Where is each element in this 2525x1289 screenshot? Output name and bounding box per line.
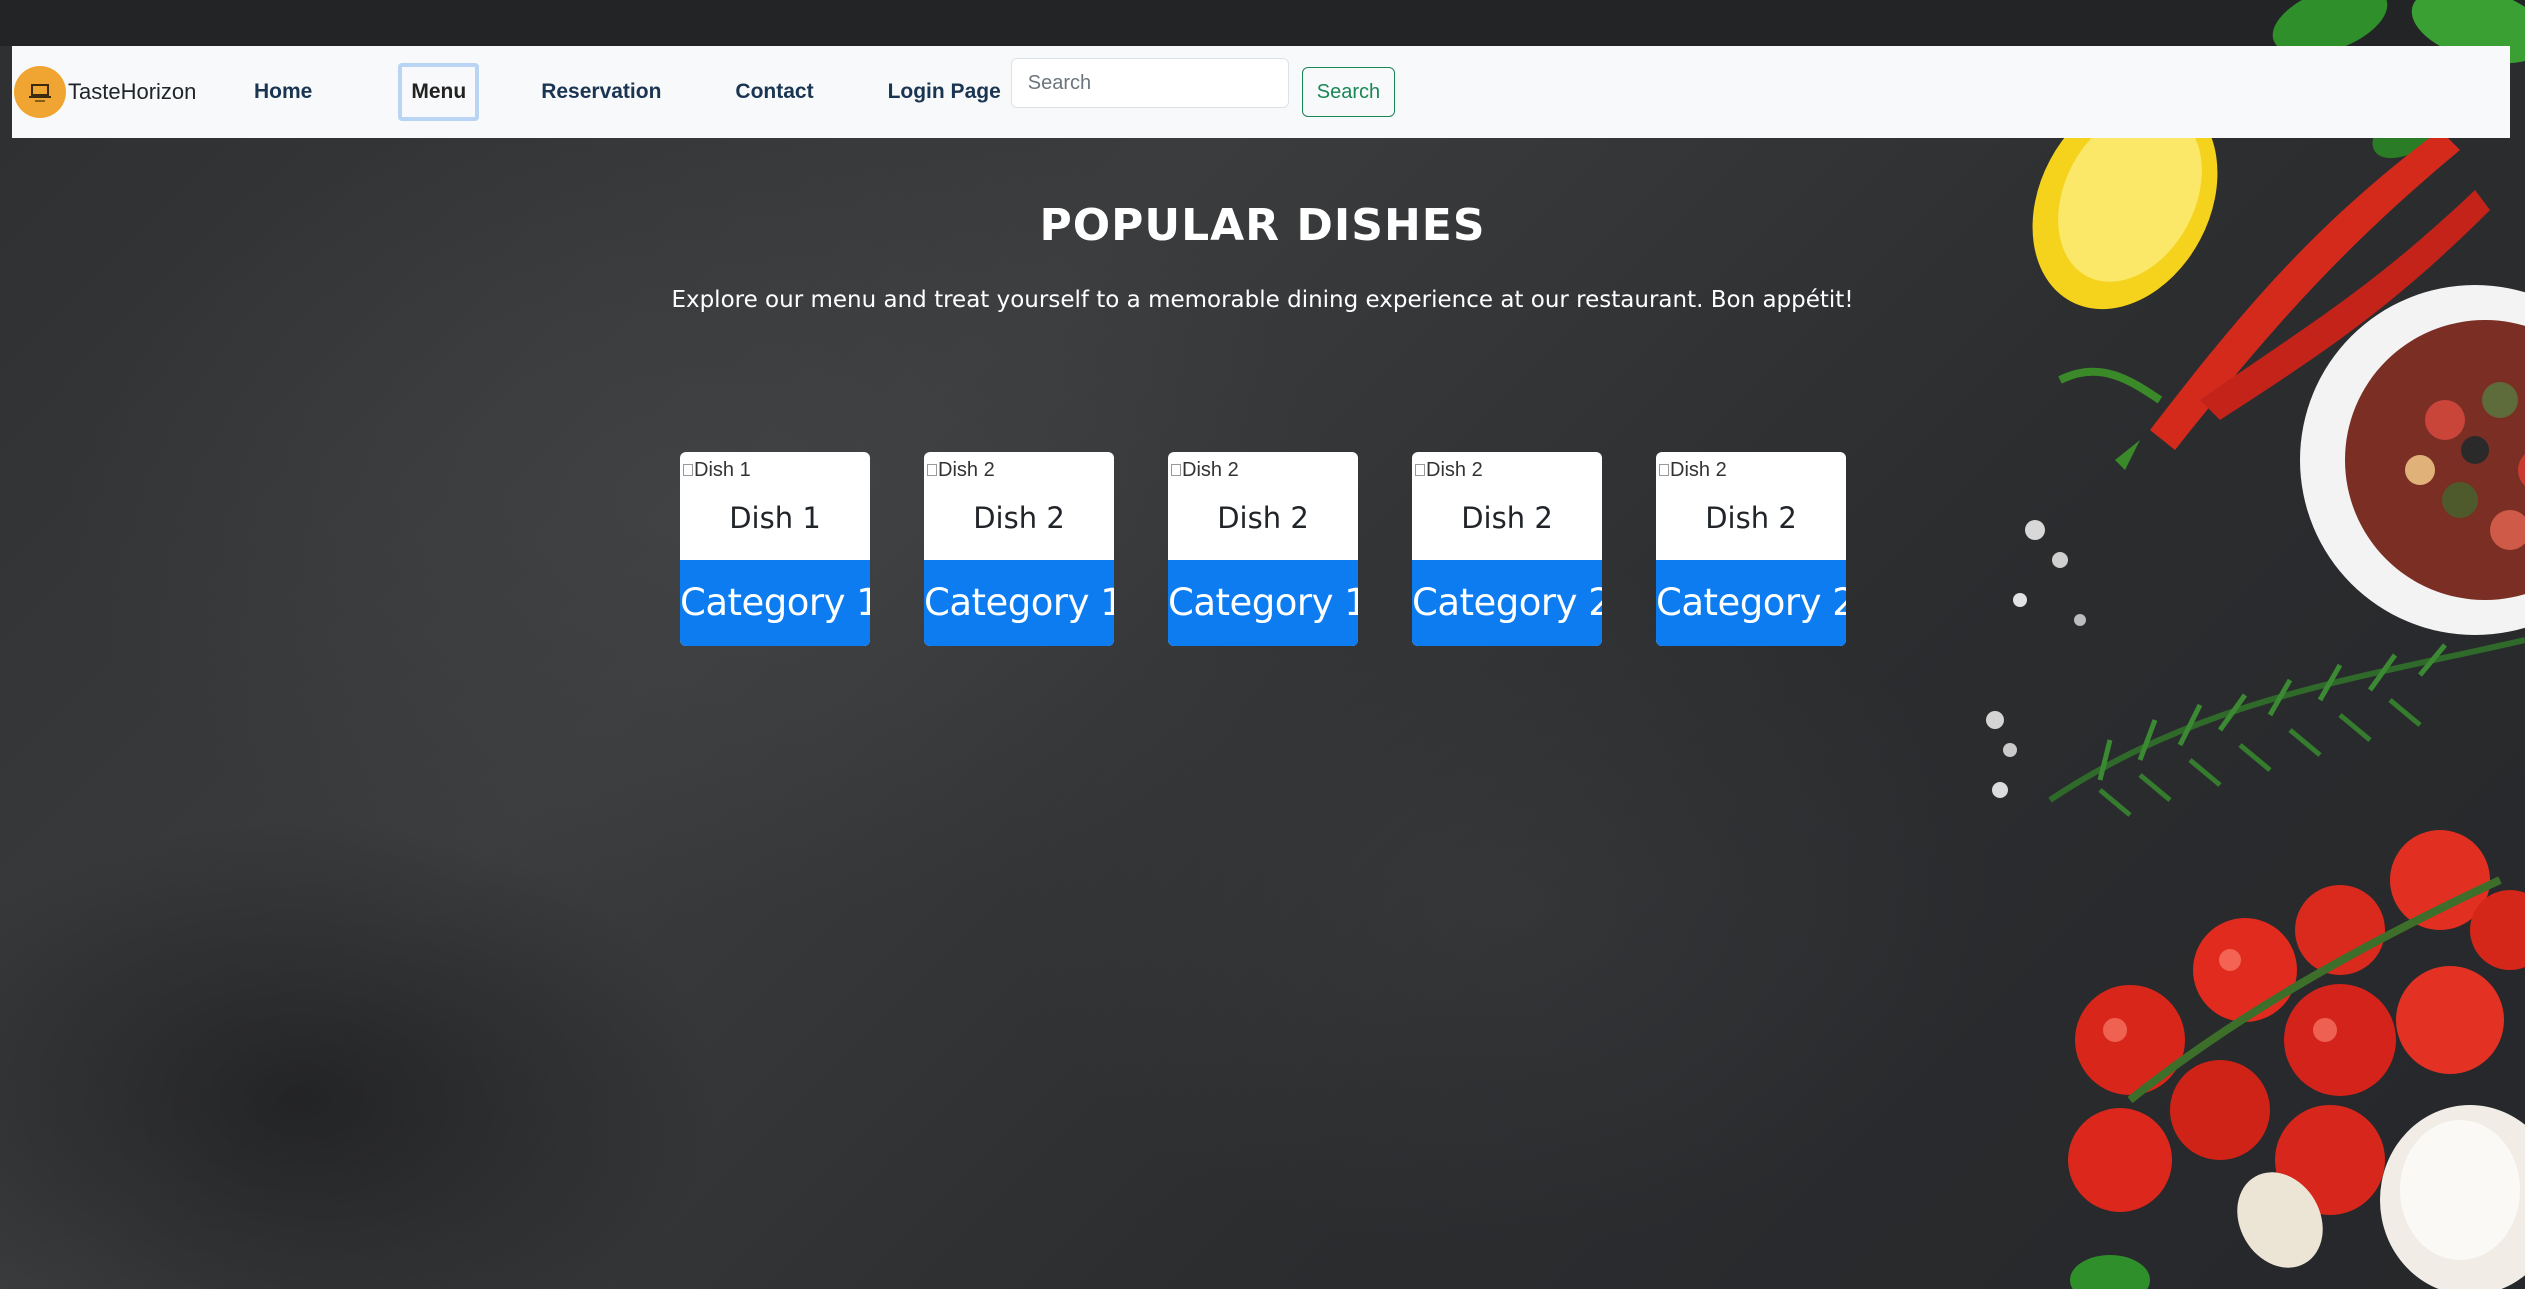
dish-image-alt: Dish 2 (1182, 458, 1239, 481)
dish-card[interactable]: Dish 2 Dish 2 Category 2 (1656, 452, 1846, 646)
dish-image-alt: Dish 1 (694, 458, 751, 481)
dish-image-alt: Dish 2 (1426, 458, 1483, 481)
nav-link-reservation[interactable]: Reservation (529, 63, 673, 121)
dish-card[interactable]: Dish 1 Dish 1 Category 1 (680, 452, 870, 646)
broken-image-icon (927, 464, 937, 476)
dish-image-alt: Dish 2 (938, 458, 995, 481)
search-input[interactable] (1010, 58, 1289, 108)
page-subtitle: Explore our menu and treat yourself to a… (671, 287, 1854, 313)
dish-category: Category 1 (924, 560, 1114, 646)
nav-link-menu[interactable]: Menu (398, 63, 480, 121)
broken-image-icon (1415, 464, 1425, 476)
broken-image-icon (1659, 464, 1669, 476)
nav-link-login[interactable]: Login Page (876, 63, 1001, 121)
nav-link-home[interactable]: Home (242, 63, 324, 121)
dish-category: Category 1 (680, 560, 870, 646)
page-title: POPULAR DISHES (1039, 200, 1486, 251)
navbar: TasteHorizon Home Menu Reservation Conta… (12, 46, 2510, 138)
dish-category: Category 1 (1168, 560, 1358, 646)
dish-name: Dish 2 (1217, 501, 1309, 535)
brand-name: TasteHorizon (68, 79, 197, 104)
vegetables-decoration (1900, 0, 2525, 1289)
dish-name: Dish 2 (1461, 501, 1553, 535)
dish-card[interactable]: Dish 2 Dish 2 Category 1 (1168, 452, 1358, 646)
broken-image-icon (683, 464, 693, 476)
search-button[interactable]: Search (1301, 67, 1396, 117)
dish-card[interactable]: Dish 2 Dish 2 Category 1 (924, 452, 1114, 646)
broken-image-icon (1171, 464, 1181, 476)
dish-card[interactable]: Dish 2 Dish 2 Category 2 (1412, 452, 1602, 646)
dish-category: Category 2 (1412, 560, 1602, 646)
dish-category: Category 2 (1656, 560, 1846, 646)
brand[interactable]: TasteHorizon (14, 66, 242, 118)
dish-cards: Dish 1 Dish 1 Category 1 Dish 2 Dish 2 C… (680, 452, 1846, 646)
dish-name: Dish 2 (973, 501, 1065, 535)
nav-link-contact[interactable]: Contact (723, 63, 825, 121)
dish-image-alt: Dish 2 (1670, 458, 1727, 481)
restaurant-logo-icon (14, 66, 66, 118)
dish-name: Dish 1 (729, 501, 821, 535)
dish-name: Dish 2 (1705, 501, 1797, 535)
